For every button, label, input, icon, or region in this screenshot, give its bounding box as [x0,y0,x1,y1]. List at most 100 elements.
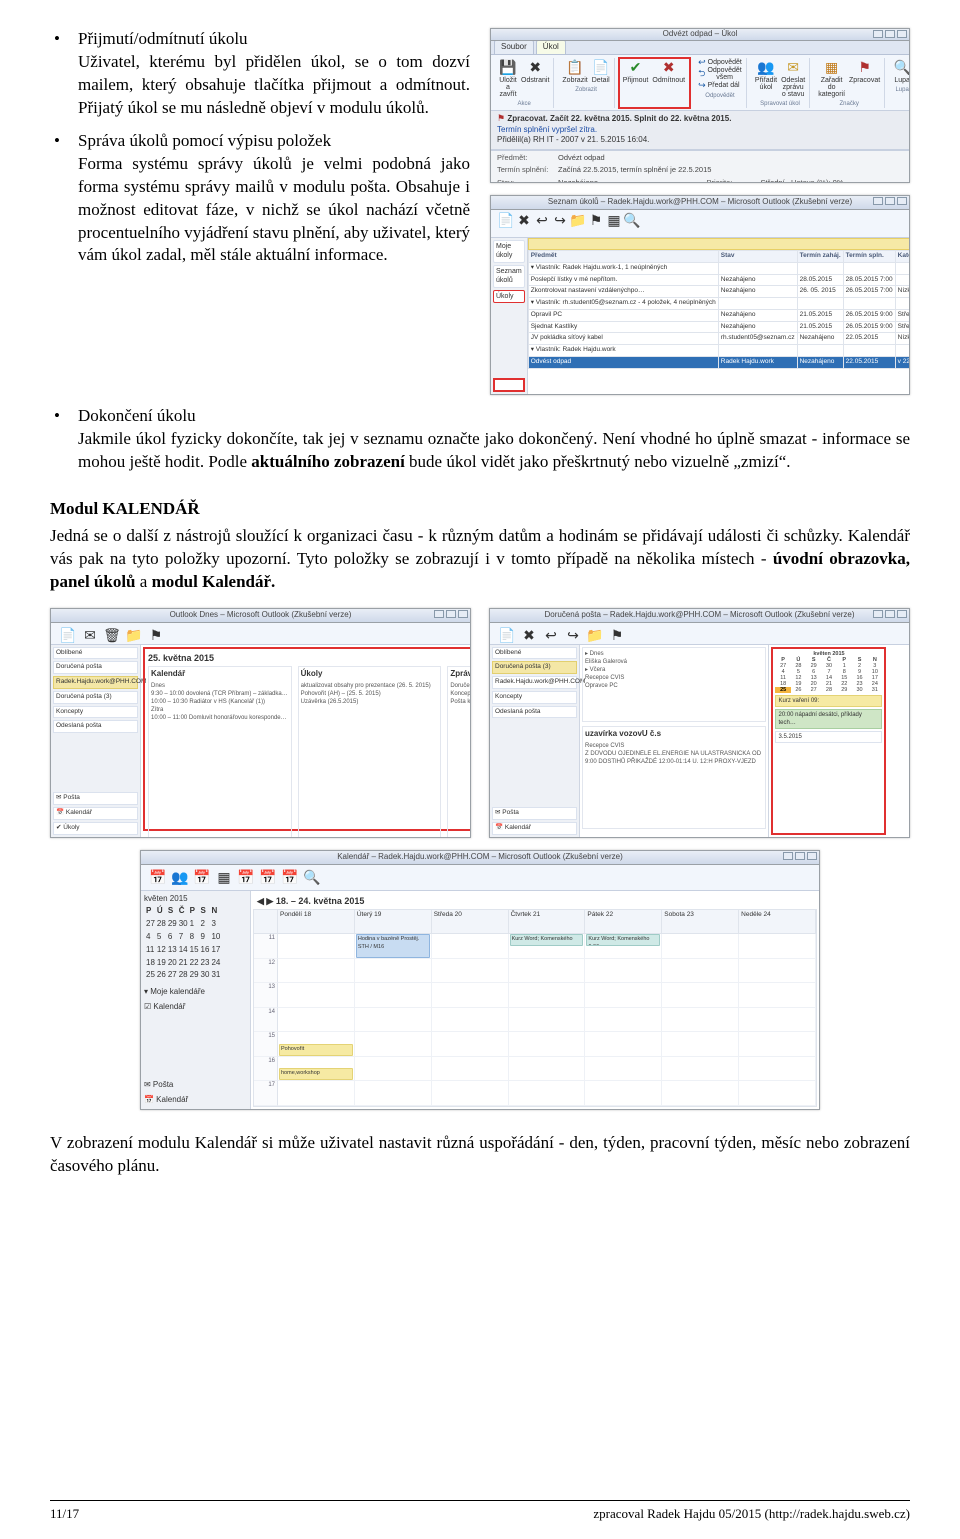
ribbon: 📅👥 📅▦ 📅📅 📅🔍 [141,865,819,891]
nav-item[interactable]: Koncepty [53,706,138,719]
group-label: Zobrazit [575,86,597,94]
window-buttons [873,30,907,38]
selected-task-bar [528,238,910,250]
bullet-list-2: Dokončení úkolu Jakmile úkol fyzicky dok… [50,405,910,474]
zoom-button[interactable]: 🔍Lupa [893,58,910,84]
nav-button-mail[interactable]: ✉ Pošta [53,792,138,805]
sidebar-item[interactable]: Seznam úkolů [493,265,525,288]
reply-all-icon: ⮌ [698,69,705,78]
nav-button-calendar[interactable]: 📅 Kalendář [492,822,577,835]
detail-icon: 📄 [592,58,610,76]
nav-item[interactable]: Doručená pošta [53,661,138,674]
sidebar-item[interactable]: Moje úkoly [493,240,525,263]
bullet-title: Dokončení úkolu [78,406,196,425]
group-label: Lupa [895,86,908,94]
page-footer: 11/17 zpracoval Radek Hajdu 05/2015 (htt… [50,1500,910,1523]
calendar-item[interactable]: ☑ Kalendář [144,1002,247,1013]
ribbon: 💾Uložit a zavřít ✖Odstranit Akce 📋Zobraz… [491,55,909,111]
reply-all-button[interactable]: ⮌Odpovědět všem [698,67,742,81]
nav-sidebar: Moje úkoly Seznam úkolů Úkoly [491,238,528,394]
tab-task[interactable]: Úkol [536,40,566,54]
col-title: Úkoly [301,669,439,680]
nav-item[interactable]: Koncepty [492,691,577,704]
reply-button[interactable]: ↩Odpovědět [698,58,742,67]
meta-key: Hotovo (%): [791,178,831,183]
bullet-body: Forma systému správy úkolů je velmi podo… [78,154,470,265]
window-buttons [873,197,907,205]
nav-button-calendar[interactable]: 📅 Kalendář [53,807,138,820]
nav-item[interactable]: Doručená pošta (3) [53,691,138,704]
ribbon-group-tags: ▦Zařadit do kategorií ⚑Zpracovat Značky [814,58,885,108]
window-title: Seznam úkolů – Radek.Hajdu.work@PHH.COM … [548,197,852,208]
nav-pane: Oblíbené Doručená pošta (3) Radek.Hajdu.… [490,645,580,837]
nav-button-calendar[interactable]: 📅 Kalendář [144,1095,247,1106]
mini-calendar: květen 2015 PÚSČPSN272829301234567891011… [775,651,882,693]
appointment-item[interactable]: 20:00 nápadní desátci, příklady tech… [775,709,882,729]
nav-item[interactable]: Odeslaná pošta [53,720,138,733]
nav-pane: Oblíbené Doručená pošta Radek.Hajdu.work… [51,645,141,837]
nav-button-tasks[interactable]: ✔ Úkoly [53,822,138,835]
meta-key: Termín splnění: [497,165,552,175]
meta-value: Střední [761,178,785,183]
group-label: Spravovat úkol [760,100,800,108]
bullet-title: Správa úkolů pomocí výpisu položek [78,131,331,150]
calendar-paragraph-2: V zobrazení modulu Kalendář si může uživ… [50,1132,910,1178]
categorize-button[interactable]: ▦Zařadit do kategorií [818,58,845,98]
calendar-paragraph-1: Jedná se o další z nástrojů sloužící k o… [50,525,910,594]
meta-key: Stav: [497,178,552,183]
bullet-body: Jakmile úkol fyzicky dokončíte, tak jej … [78,429,910,471]
calendar-nav-pane: květen 2015 PÚSČPSN272829301234567891011… [141,891,251,1109]
nav-item[interactable]: Odeslaná pošta [492,706,577,719]
group-label: Odpovědět [705,92,734,100]
nav-button-mail[interactable]: ✉ Pošta [492,807,577,820]
top-text-column: Přijmutí/odmítnutí úkolu Uživatel, které… [50,28,470,395]
nav-item[interactable]: Oblíbené [492,647,577,660]
screenshot-task-window: Odvézt odpad – Úkol Soubor Úkol 💾Uložit … [490,28,910,183]
decline-button[interactable]: ✖Odmítnout [652,58,685,84]
bullet-list-1: Přijmutí/odmítnutí úkolu Uživatel, které… [50,28,470,267]
task-info-banner: ⚑ Zpracovat. Začít 22. května 2015. Spln… [491,111,909,150]
sidebar-highlight [493,378,525,392]
sidebar-item-tasks[interactable]: Úkoly [493,290,525,303]
calendar-range: ◀ ▶ 18. – 24. května 2015 [253,893,817,909]
tab-file[interactable]: Soubor [494,40,534,54]
save-close-button[interactable]: 💾Uložit a zavřít [499,58,517,98]
appointment-item[interactable]: Kurz vaření 09: [775,695,882,707]
mail-icon: ✉ [784,58,802,76]
status-report-button[interactable]: ✉Odeslat zprávu o stavu [781,58,805,98]
window-titlebar: Outlook Dnes – Microsoft Outlook (Zkušeb… [51,609,470,623]
my-calendars[interactable]: ▾ Moje kalendáře [144,987,247,998]
today-msgs-col: Zprávy Doručená pošta 4Koncepty 0Pošta k… [447,666,471,838]
today-cal-col: Kalendář Dnes9:30 – 10:00 dovolená (TCR … [148,666,292,838]
mail-preview: uzavírka vozovU č.s Recepce CVIS Z DŮVOD… [582,726,766,829]
ribbon-group-zoom: 🔍Lupa Lupa [889,58,910,108]
preview-sender: Recepce CVIS [585,742,763,750]
task-item[interactable]: 3.5.2015 [775,731,882,743]
nav-item[interactable]: Radek.Hajdu.work@PHH.COM [53,676,138,689]
forward-button[interactable]: ↪Předat dál [698,81,739,90]
nav-item[interactable]: Doručená pošta (3) [492,661,577,674]
nav-item[interactable]: Oblíbené [53,647,138,660]
followup-button[interactable]: ⚑Zpracovat [849,58,880,84]
bullet-body: Uživatel, kterému byl přidělen úkol, se … [78,52,470,117]
assign-icon: 👥 [757,58,775,76]
delete-icon: ✖ [526,58,544,76]
mini-calendar: květen 2015 PÚSČPSN272829301234567891011… [144,894,247,984]
detail-button[interactable]: 📄Detail [592,58,610,84]
meta-value: 0% [833,178,844,183]
info-line-3: Přidělil(a) RH IT - 2007 v 21. 5.2015 16… [497,135,649,144]
body-post: bude úkol vidět jako přeškrtnutý nebo vi… [405,452,791,471]
show-button[interactable]: 📋Zobrazit [562,58,587,84]
window-title: Doručená pošta – Radek.Hajdu.work@PHH.CO… [544,610,854,621]
nav-item[interactable]: Radek.Hajdu.work@PHH.COM [492,676,577,689]
assign-task-button[interactable]: 👥Přiřadit úkol [755,58,777,91]
group-label: Akce [518,100,531,108]
nav-button-mail[interactable]: ✉ Pošta [144,1080,247,1091]
accept-button[interactable]: ✔Přijmout [623,58,649,84]
meta-value: Odvézt odpad [558,153,903,163]
delete-button[interactable]: ✖Odstranit [521,58,549,84]
show-icon: 📋 [566,58,584,76]
preview-title: uzavírka vozovU č.s [585,729,763,740]
meta-key: Předmět: [497,153,552,163]
task-meta-grid: Předmět: Odvézt odpad Termín splnění: Za… [491,150,909,183]
